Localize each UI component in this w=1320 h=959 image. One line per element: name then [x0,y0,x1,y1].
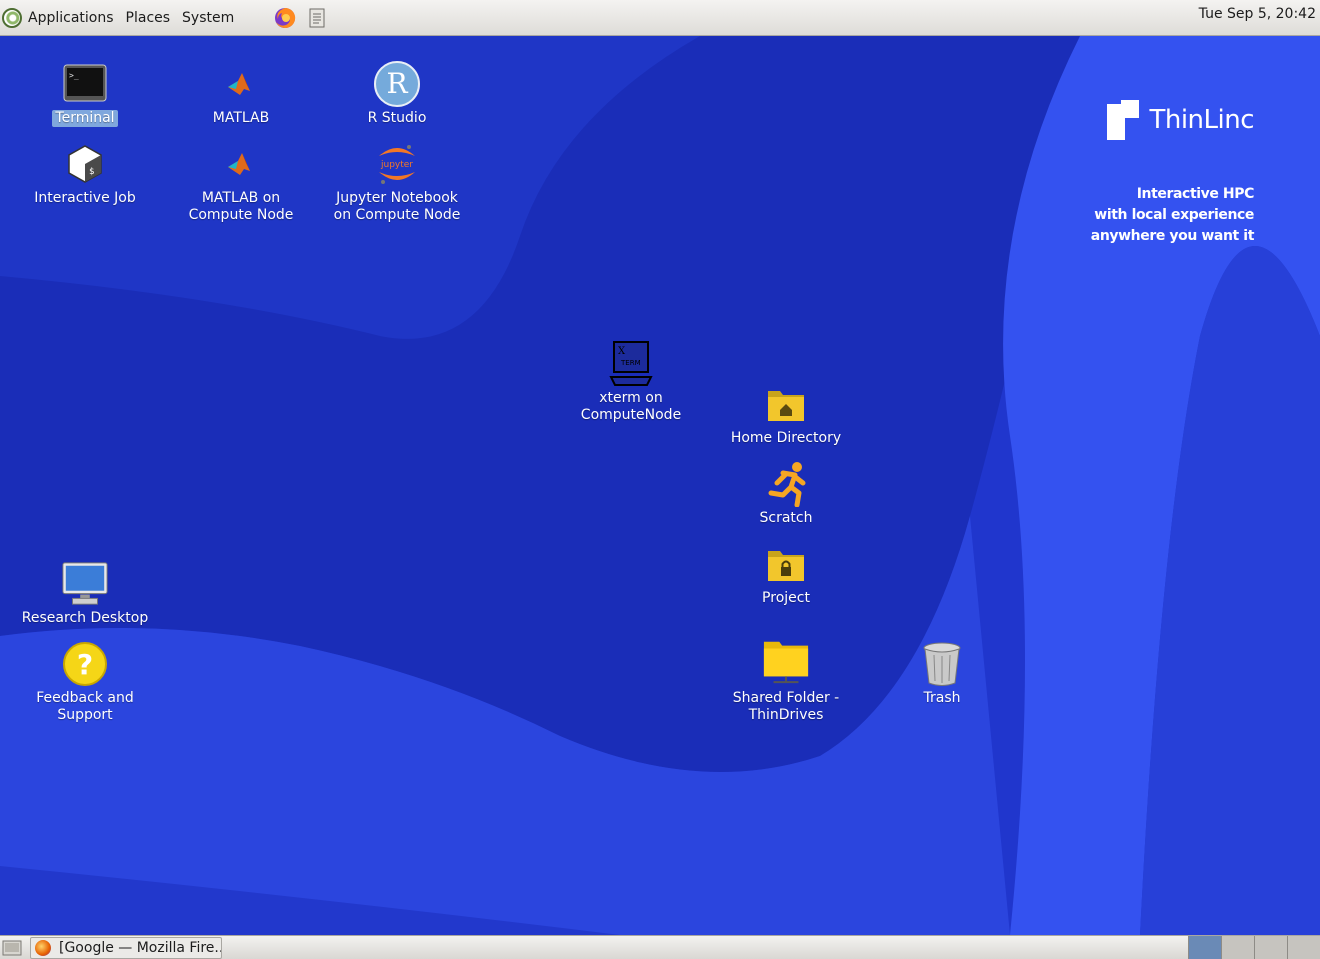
rstudio-icon: R [374,61,420,107]
svg-text:R: R [386,67,408,100]
text-editor-launcher-icon[interactable] [306,7,328,29]
desktop-icon-label: Trash [923,690,961,706]
desktop-icon-label: Terminal [52,110,118,127]
desktop-icon-interactive-job[interactable]: $ Interactive Job [15,140,155,207]
desktop-icon-jupyter[interactable]: jupyter Jupyter Notebook on Compute Node [327,140,467,224]
desktop-icon-label: Shared Folder - ThinDrives [732,690,840,723]
desktop-icon-terminal[interactable]: >_ Terminal [15,60,155,127]
workspace-4[interactable] [1287,936,1320,959]
places-menu[interactable]: Places [120,6,177,30]
workspace-2[interactable] [1221,936,1254,959]
matlab-icon [228,153,250,175]
running-man-icon [768,462,806,507]
desktop-icon-project[interactable]: Project [716,540,856,607]
taskbar-window-button[interactable]: [Google — Mozilla Fire... [30,936,222,959]
desktop-icon-research-desktop[interactable]: Research Desktop [15,560,155,627]
thinlinc-name: ThinLinc [1149,105,1254,135]
desktop-icon-label: Interactive Job [34,190,136,206]
desktop-icon-label: R Studio [367,110,427,126]
desktop-icon-label: MATLAB on Compute Node [188,190,294,223]
terminal-icon: >_ [63,64,107,102]
tagline-line: with local experience [1094,207,1254,223]
desktop-icon-label: Feedback and Support [36,690,134,723]
svg-text:X: X [618,346,626,357]
desktop-icon-label: Research Desktop [21,610,149,626]
interactive-job-icon: $ [68,145,102,183]
desktop-icon-matlab[interactable]: MATLAB [171,60,311,127]
svg-text:>_: >_ [69,71,79,80]
workspace-switcher[interactable] [1188,936,1320,959]
bottom-panel: [Google — Mozilla Fire... [0,935,1320,959]
thinlinc-tagline: Interactive HPC with local experience an… [1054,184,1255,247]
system-menu[interactable]: System [176,6,240,30]
desktop-icon-label: xterm on ComputeNode [580,390,682,423]
desktop-icon-feedback-support[interactable]: ? Feedback and Support [15,640,155,724]
firefox-launcher-icon[interactable] [274,7,296,29]
tagline-line: anywhere you want it [1090,228,1255,244]
svg-text:$: $ [89,167,94,177]
tagline-line: Interactive HPC [1136,186,1255,202]
workspace-3[interactable] [1254,936,1287,959]
workspace-1[interactable] [1188,936,1221,959]
desktop-icon-xterm[interactable]: X TERM xterm on ComputeNode [561,340,701,424]
firefox-icon [35,939,51,956]
show-desktop-icon[interactable] [2,938,22,958]
desktop-icon-shared-folder[interactable]: Shared Folder - ThinDrives [716,634,856,724]
svg-text:jupyter: jupyter [380,160,413,170]
thinlinc-logo: ThinLinc [1054,98,1254,142]
desktop-icon-label: Scratch [759,510,813,526]
desktop[interactable]: >_ Terminal MATLAB R R Studio $ Interact… [0,36,1320,935]
desktop-icon-scratch[interactable]: Scratch [716,460,856,527]
desktop-icon-matlab-compute[interactable]: MATLAB on Compute Node [171,140,311,224]
matlab-icon [228,73,250,95]
taskbar-window-title: [Google — Mozilla Fire... [59,939,222,956]
applications-menu[interactable]: Applications [0,6,120,30]
desktop-icon-label: Jupyter Notebook on Compute Node [333,190,461,223]
xterm-icon: X TERM [609,341,653,386]
jupyter-icon: jupyter [379,145,415,184]
desktop-icon-label: Home Directory [730,430,842,446]
trash-icon [923,642,961,686]
top-panel: Applications Places System Tue Sep 5, 20… [0,0,1320,36]
gnome-foot-icon [2,7,22,28]
shared-folder-icon [763,641,809,684]
desktop-icon-rstudio[interactable]: R R Studio [327,60,467,127]
desktop-icon-label: Project [762,590,810,606]
thinlinc-branding: ThinLinc Interactive HPC with local expe… [1054,98,1254,247]
clock[interactable]: Tue Sep 5, 20:42 [1199,6,1316,22]
desktop-icon-home-directory[interactable]: Home Directory [716,380,856,447]
home-folder-icon [768,391,804,421]
desktop-icon-label: MATLAB [212,110,270,126]
svg-text:?: ? [77,648,93,681]
locked-folder-icon [768,551,804,581]
help-icon: ? [63,642,107,686]
svg-text:TERM: TERM [620,359,641,367]
desktop-icon-trash[interactable]: Trash [872,640,1012,707]
thinlinc-logo-icon [1107,100,1140,140]
applications-menu-label: Applications [28,9,114,26]
monitor-icon [62,562,108,605]
